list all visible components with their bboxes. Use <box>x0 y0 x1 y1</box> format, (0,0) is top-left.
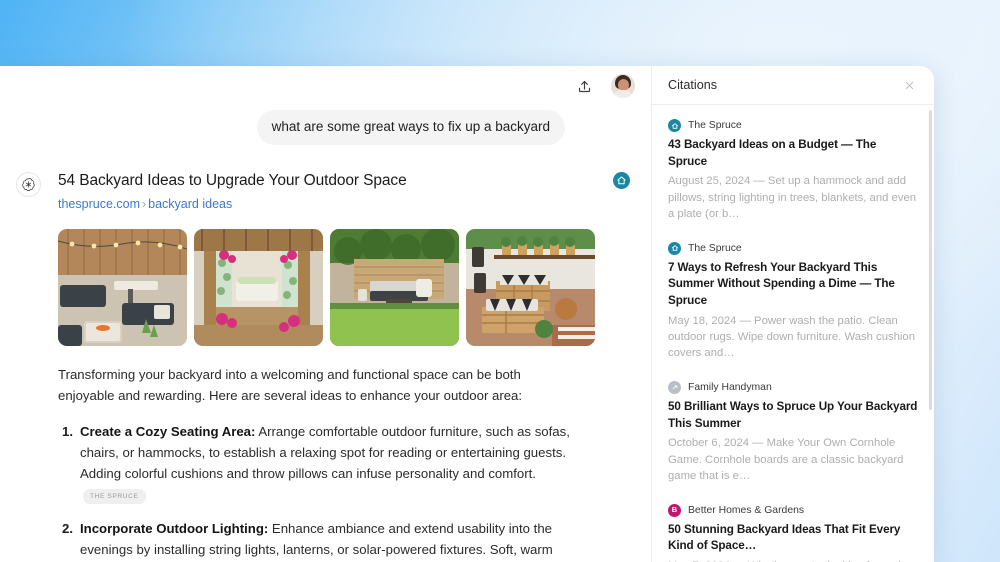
thumbnail-backyard-patio-firepit-string-lights[interactable] <box>58 228 187 346</box>
citations-title: Citations <box>668 78 717 92</box>
the-spruce-badge-icon <box>668 241 681 255</box>
result-path: backyard ideas <box>148 196 233 211</box>
better-homes-gardens-badge-icon: B <box>668 503 681 517</box>
list-item: 2. Incorporate Outdoor Lighting: Enhance… <box>58 518 637 562</box>
avatar[interactable] <box>611 74 635 98</box>
citation-item[interactable]: The Spruce 7 Ways to Refresh Your Backya… <box>668 241 918 362</box>
breadcrumb-separator: › <box>141 196 147 211</box>
citation-source-name: Family Handyman <box>688 381 772 393</box>
citation-source-name: The Spruce <box>688 242 742 254</box>
list-item-text: Create a Cozy Seating Area: Arrange comf… <box>80 421 576 507</box>
search-result-header: 54 Backyard Ideas to Upgrade Your Outdoo… <box>58 171 637 212</box>
citation-item[interactable]: B Better Homes & Gardens 50 Stunning Bac… <box>668 503 918 562</box>
user-message-row: what are some great ways to fix up a bac… <box>0 106 651 146</box>
chat-topbar <box>0 66 651 106</box>
citation-snippet: August 25, 2024 — Set up a hammock and a… <box>668 175 917 221</box>
citation-source: The Spruce <box>668 241 918 255</box>
list-item-text: Incorporate Outdoor Lighting: Enhance am… <box>80 518 576 562</box>
assistant-message: 54 Backyard Ideas to Upgrade Your Outdoo… <box>0 145 651 562</box>
result-domain: thespruce.com <box>58 196 140 211</box>
assistant-body: 54 Backyard Ideas to Upgrade Your Outdoo… <box>41 171 651 562</box>
list-item-number: 2. <box>62 521 73 537</box>
citations-list[interactable]: The Spruce 43 Backyard Ideas on a Budget… <box>652 105 934 562</box>
citation-snippet: October 6, 2024 — Make Your Own Cornhole… <box>668 437 904 483</box>
citation-source: The Spruce <box>668 119 918 132</box>
citation-source: B Better Homes & Gardens <box>668 503 918 517</box>
list-item-heading: Incorporate Outdoor Lighting: <box>80 521 269 537</box>
search-result-url[interactable]: thespruce.com › backyard ideas <box>58 196 603 212</box>
citations-header: Citations <box>652 66 934 105</box>
list-item-number: 1. <box>62 423 73 439</box>
user-message-bubble: what are some great ways to fix up a bac… <box>256 110 565 146</box>
openai-logo-icon <box>16 172 41 198</box>
citation-headline[interactable]: 50 Stunning Backyard Ideas That Fit Ever… <box>668 522 918 555</box>
answer-tips-list: 1. Create a Cozy Seating Area: Arrange c… <box>58 421 637 562</box>
search-result-title[interactable]: 54 Backyard Ideas to Upgrade Your Outdoo… <box>58 171 603 190</box>
citation-item[interactable]: Family Handyman 50 Brilliant Ways to Spr… <box>668 380 918 485</box>
result-thumbnail-strip <box>58 228 637 346</box>
thumbnail-wood-deck-sectional-sofa-lawn[interactable] <box>330 228 459 346</box>
citations-panel: Citations The Spruce 43 Backyard Ideas o… <box>651 66 934 562</box>
answer-intro-paragraph: Transforming your backyard into a welcom… <box>58 366 523 404</box>
app-window: what are some great ways to fix up a bac… <box>0 66 934 562</box>
search-result-text: 54 Backyard Ideas to Upgrade Your Outdoo… <box>58 171 603 212</box>
citation-item[interactable]: The Spruce 43 Backyard Ideas on a Budget… <box>668 119 918 223</box>
family-handyman-badge-icon <box>668 380 681 394</box>
citation-snippet: May 18, 2024 — Power wash the patio. Cle… <box>668 314 915 360</box>
avatar-body <box>613 90 633 98</box>
desktop-background: what are some great ways to fix up a bac… <box>0 0 1000 562</box>
list-item: 1. Create a Cozy Seating Area: Arrange c… <box>58 421 637 507</box>
the-spruce-badge-icon <box>668 119 681 132</box>
inline-citation-chip[interactable]: THE SPRUCE <box>83 488 146 505</box>
citation-snippet: May 7, 2024 — Whether you’re looking for… <box>668 558 918 562</box>
thumbnail-pergola-swing-with-flowers[interactable] <box>194 228 323 346</box>
close-icon[interactable] <box>900 76 918 94</box>
citation-source-name: The Spruce <box>688 120 742 131</box>
the-spruce-favicon <box>613 172 630 190</box>
citation-headline[interactable]: 7 Ways to Refresh Your Backyard This Sum… <box>668 260 918 310</box>
chat-column: what are some great ways to fix up a bac… <box>0 66 651 562</box>
citation-source: Family Handyman <box>668 380 918 394</box>
list-item-heading: Create a Cozy Seating Area: <box>80 423 256 439</box>
citations-scrollbar[interactable] <box>929 110 932 410</box>
upload-icon[interactable] <box>571 73 597 99</box>
citation-headline[interactable]: 50 Brilliant Ways to Spruce Up Your Back… <box>668 399 918 432</box>
avatar-face <box>617 78 629 91</box>
citation-headline[interactable]: 43 Backyard Ideas on a Budget — The Spru… <box>668 137 918 170</box>
citation-source-name: Better Homes & Gardens <box>688 504 805 516</box>
thumbnail-pallet-furniture-patio-with-plants[interactable] <box>466 228 595 346</box>
